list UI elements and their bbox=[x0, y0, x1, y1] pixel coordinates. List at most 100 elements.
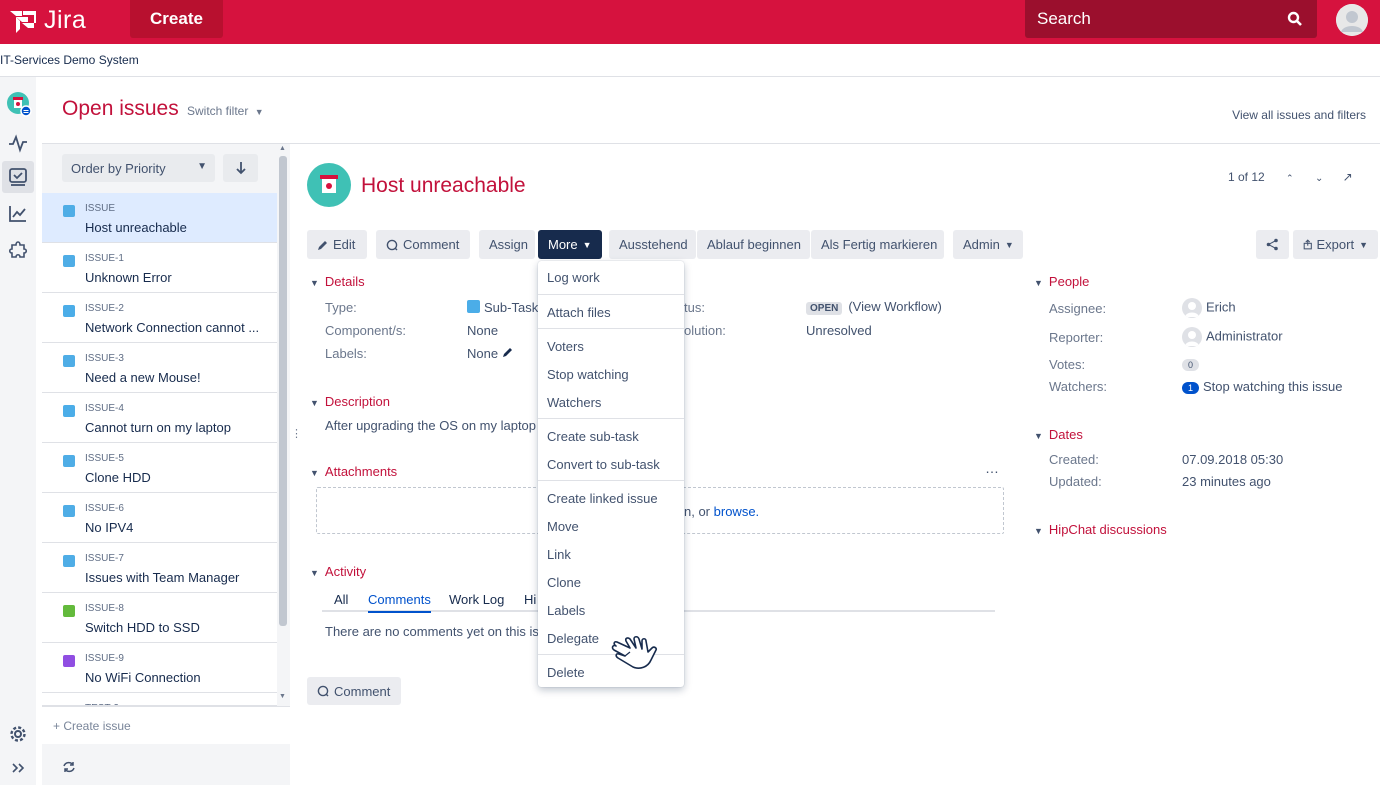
tab-all[interactable]: All bbox=[334, 592, 348, 607]
issue-summary: Clone HDD bbox=[85, 470, 151, 485]
menu-item-clone[interactable]: Clone bbox=[547, 575, 581, 590]
user-icon bbox=[1336, 4, 1368, 36]
votes-value[interactable]: 0 bbox=[1182, 356, 1203, 371]
user-avatar[interactable] bbox=[1336, 4, 1368, 36]
chart-icon[interactable] bbox=[8, 204, 28, 224]
dates-section-toggle[interactable]: ▼ Dates bbox=[1034, 427, 1083, 442]
attachments-section-toggle[interactable]: ▼ Attachments bbox=[310, 464, 397, 479]
issue-list-item[interactable]: ISSUE-4 Cannot turn on my laptop bbox=[42, 393, 277, 443]
issue-list-item[interactable]: TEST-2 bbox=[42, 693, 277, 706]
scroll-up-icon[interactable]: ▲ bbox=[279, 145, 286, 152]
chevron-down-icon: ▼ bbox=[310, 398, 319, 408]
comment-button[interactable]: Comment bbox=[376, 230, 470, 259]
ausstehend-button[interactable]: Ausstehend bbox=[609, 230, 696, 259]
order-by-dropdown[interactable]: Order by Priority ▼ bbox=[62, 154, 215, 182]
export-button[interactable]: Export ▼ bbox=[1293, 230, 1378, 259]
issue-list-item[interactable]: ISSUE-7 Issues with Team Manager bbox=[42, 543, 277, 593]
menu-item-attach-files[interactable]: Attach files bbox=[547, 305, 611, 320]
comment-label: Comment bbox=[403, 237, 460, 252]
add-comment-label: Comment bbox=[334, 683, 391, 699]
tab-work-log[interactable]: Work Log bbox=[449, 592, 504, 607]
menu-item-delegate[interactable]: Delegate bbox=[547, 631, 599, 646]
menu-item-log-work[interactable]: Log work bbox=[547, 270, 600, 285]
issue-list-item[interactable]: ISSUE-5 Clone HDD bbox=[42, 443, 277, 493]
dropzone-text: n, or browse. bbox=[684, 504, 759, 519]
menu-item-stop-watching[interactable]: Stop watching bbox=[547, 367, 629, 382]
sub-task-avatar-icon bbox=[320, 175, 338, 193]
menu-item-move[interactable]: Move bbox=[547, 519, 579, 534]
assign-button[interactable]: Assign bbox=[479, 230, 535, 259]
chevron-up-icon[interactable]: ⌃ bbox=[1286, 173, 1294, 183]
share-button[interactable] bbox=[1256, 230, 1289, 259]
issue-list-item[interactable]: ISSUE-2 Network Connection cannot ... bbox=[42, 293, 277, 343]
menu-item-watchers[interactable]: Watchers bbox=[547, 395, 601, 410]
menu-item-create-linked-issue[interactable]: Create linked issue bbox=[547, 491, 658, 506]
issue-title[interactable]: Host unreachable bbox=[361, 174, 526, 198]
view-workflow-link[interactable]: (View Workflow) bbox=[848, 299, 941, 314]
labels-value[interactable]: None bbox=[467, 346, 514, 361]
description-heading: Description bbox=[324, 394, 390, 409]
issue-summary: No WiFi Connection bbox=[85, 670, 201, 685]
reporter-value[interactable]: Administrator bbox=[1182, 327, 1283, 347]
activity-section-toggle[interactable]: ▼ Activity bbox=[310, 564, 366, 579]
menu-item-labels[interactable]: Labels bbox=[547, 603, 585, 618]
resize-handle-icon[interactable]: ⋮ bbox=[291, 427, 302, 440]
create-issue-link[interactable]: + Create issue bbox=[42, 706, 290, 744]
pencil-icon[interactable] bbox=[502, 346, 514, 358]
menu-item-create-sub-task[interactable]: Create sub-task bbox=[547, 429, 639, 444]
status-badge: OPEN bbox=[806, 302, 843, 315]
browse-link[interactable]: browse. bbox=[714, 504, 760, 519]
tab-history[interactable]: Hi bbox=[524, 592, 536, 607]
expand-diagonal-icon[interactable]: ↗ bbox=[1343, 170, 1353, 184]
board-icon[interactable] bbox=[2, 161, 34, 193]
more-options-icon[interactable]: … bbox=[985, 460, 999, 476]
scrollbar-thumb[interactable] bbox=[279, 156, 287, 626]
menu-item-link[interactable]: Link bbox=[547, 547, 571, 562]
menu-item-convert-to-sub-task[interactable]: Convert to sub-task bbox=[547, 457, 660, 472]
switch-filter-dropdown[interactable]: Switch filter ▼ bbox=[187, 104, 264, 118]
ablauf-beginnen-button[interactable]: Ablauf beginnen bbox=[697, 230, 810, 259]
edit-button[interactable]: Edit bbox=[307, 230, 367, 259]
issue-list-item[interactable]: ISSUE-8 Switch HDD to SSD bbox=[42, 593, 277, 643]
list-scrollbar[interactable] bbox=[277, 144, 290, 705]
more-button[interactable]: More ▼ bbox=[538, 230, 602, 259]
details-section-toggle[interactable]: ▼ Details bbox=[310, 274, 365, 289]
view-all-link[interactable]: View all issues and filters bbox=[1232, 108, 1366, 122]
puzzle-icon[interactable] bbox=[8, 239, 28, 259]
issue-list-item[interactable]: ISSUE-1 Unknown Error bbox=[42, 243, 277, 293]
pulse-icon[interactable] bbox=[8, 133, 28, 153]
stop-watching-link[interactable]: Stop watching this issue bbox=[1203, 379, 1342, 394]
description-text[interactable]: After upgrading the OS on my laptop bbox=[325, 418, 536, 433]
create-button[interactable]: Create bbox=[130, 0, 223, 38]
jira-logo[interactable]: Jira bbox=[8, 6, 86, 35]
issue-list-item[interactable]: ISSUE-6 No IPV4 bbox=[42, 493, 277, 543]
scroll-down-icon[interactable]: ▼ bbox=[279, 693, 286, 700]
assignee-value[interactable]: Erich bbox=[1182, 298, 1236, 318]
hipchat-section-toggle[interactable]: ▼ HipChat discussions bbox=[1034, 522, 1167, 537]
als-fertig-markieren-button[interactable]: Als Fertig markieren bbox=[811, 230, 944, 259]
gear-icon[interactable] bbox=[8, 724, 28, 744]
search-input[interactable]: Search bbox=[1025, 0, 1317, 38]
watchers-value[interactable]: 1 Stop watching this issue bbox=[1182, 379, 1342, 394]
refresh-icon[interactable] bbox=[62, 760, 76, 777]
menu-item-voters[interactable]: Voters bbox=[547, 339, 584, 354]
chevron-down-icon: ▼ bbox=[1034, 278, 1043, 288]
menu-item-delete[interactable]: Delete bbox=[547, 665, 585, 680]
add-comment-button[interactable]: Comment bbox=[307, 677, 401, 705]
description-section-toggle[interactable]: ▼ Description bbox=[310, 394, 390, 409]
chevron-down-icon[interactable]: ⌄ bbox=[1315, 173, 1323, 184]
pencil-icon bbox=[318, 240, 327, 250]
sort-direction-button[interactable] bbox=[223, 154, 258, 182]
expand-icon[interactable] bbox=[8, 758, 28, 778]
chevron-down-icon: ▼ bbox=[310, 568, 319, 578]
issue-list-item[interactable]: ISSUE-3 Need a new Mouse! bbox=[42, 343, 277, 393]
issue-list-item[interactable]: ISSUE-9 No WiFi Connection bbox=[42, 643, 277, 693]
tab-comments[interactable]: Comments bbox=[368, 592, 431, 613]
project-avatar-icon[interactable] bbox=[6, 91, 32, 117]
people-section-toggle[interactable]: ▼ People bbox=[1034, 274, 1089, 289]
chevron-down-icon: ▼ bbox=[1034, 526, 1043, 536]
admin-button[interactable]: Admin ▼ bbox=[953, 230, 1023, 259]
issue-list-item[interactable]: ISSUE Host unreachable bbox=[42, 193, 277, 243]
labels-label: Labels: bbox=[325, 346, 367, 361]
chevron-down-icon: ▼ bbox=[254, 107, 264, 117]
